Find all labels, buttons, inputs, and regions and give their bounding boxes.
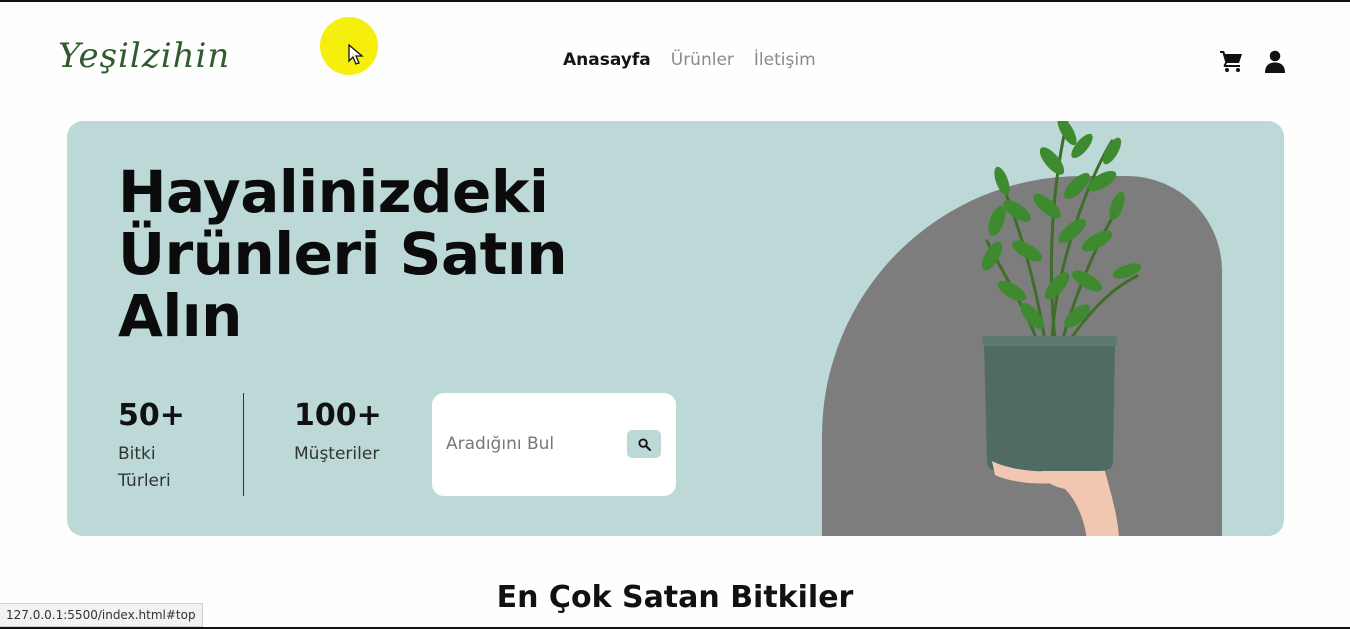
stat-plant-types: 50+ Bitki Türleri [118,398,198,495]
nav-item-urunler[interactable]: Ürünler [671,50,734,70]
nav-item-anasayfa[interactable]: Anasayfa [563,50,651,70]
search-button[interactable] [627,430,661,458]
window-top-border [0,0,1350,2]
hero-title: Hayalinizdeki Ürünleri Satın Alın [118,158,568,350]
search-box [432,393,676,496]
stat-value: 100+ [294,398,382,433]
site-logo[interactable]: Yeşilzihin [58,36,230,76]
main-nav: Anasayfa Ürünler İletişim [563,50,816,70]
stat-value: 50+ [118,398,185,433]
nav-item-iletisim[interactable]: İletişim [754,50,816,70]
potted-plant-image [981,121,1142,536]
mouse-pointer-icon [348,44,364,65]
search-icon [637,437,651,451]
user-icon[interactable] [1263,49,1287,73]
stat-label: Müşteriler [294,444,380,464]
hero-banner: Hayalinizdeki Ürünleri Satın Alın 50+ Bi… [67,121,1284,536]
browser-status-bar: 127.0.0.1:5500/index.html#top [0,603,203,627]
stat-label: Bitki Türleri [118,444,171,491]
cart-icon[interactable] [1219,49,1243,73]
search-input[interactable] [446,427,621,461]
stat-divider [243,393,244,496]
header-actions [1219,49,1287,73]
stat-customers: 100+ Müşteriler [294,398,404,468]
